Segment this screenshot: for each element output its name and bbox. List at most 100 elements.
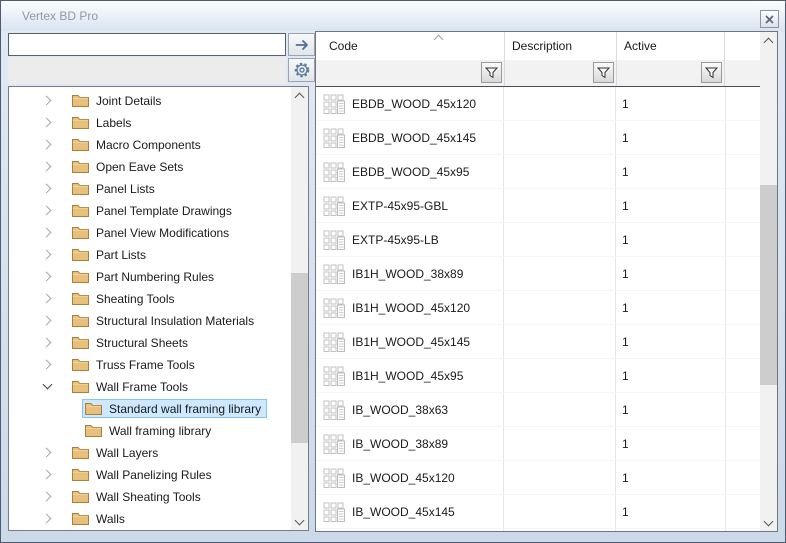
row-code: IB_WOOD_45x120	[352, 471, 455, 485]
tree-item[interactable]: Walls	[9, 507, 290, 529]
table-body: EBDB_WOOD_45x120 1 EBDB_WOOD_45x145 1	[316, 87, 760, 531]
table-row[interactable]: IB1H_WOOD_45x95 1	[316, 359, 760, 393]
tree-scrollbar[interactable]	[291, 87, 308, 530]
tree-item[interactable]: Truss Frame Tools	[9, 353, 290, 375]
table-scroll-up-button[interactable]	[760, 32, 777, 49]
titlebar[interactable]: Vertex BD Pro	[1, 1, 785, 31]
search-input[interactable]	[8, 33, 286, 56]
tree-item[interactable]: Open Eave Sets	[9, 155, 290, 177]
filter-button-code[interactable]	[481, 62, 502, 83]
table-row[interactable]: IB_WOOD_38x89 1	[316, 427, 760, 461]
row-active: 1	[622, 301, 629, 315]
tree-expander-chevron-icon[interactable]	[41, 160, 53, 172]
tree-expander-chevron-icon[interactable]	[41, 116, 53, 128]
folder-icon	[72, 204, 89, 217]
chevron-up-icon	[764, 37, 774, 47]
table-row[interactable]: EBDB_WOOD_45x120 1	[316, 87, 760, 121]
tree-item[interactable]: Wall Sheating Tools	[9, 485, 290, 507]
close-button[interactable]	[760, 10, 779, 28]
table-row[interactable]: IB1H_WOOD_45x120 1	[316, 291, 760, 325]
filter-cell-description[interactable]	[505, 60, 617, 86]
tree-item[interactable]: Wall Panelizing Rules	[9, 463, 290, 485]
folder-icon	[72, 336, 89, 349]
table-row[interactable]: IB_WOOD_45x145 1	[316, 495, 760, 529]
row-active: 1	[622, 437, 629, 451]
tree-expander-chevron-icon[interactable]	[41, 94, 53, 106]
search-go-button[interactable]	[288, 33, 315, 56]
tree-item[interactable]: Panel Template Drawings	[9, 199, 290, 221]
tree-scrollbar-thumb[interactable]	[291, 273, 308, 443]
tree-expander-chevron-icon[interactable]	[41, 490, 53, 502]
tree-item[interactable]: Joint Details	[9, 89, 290, 111]
tree-item-label: Walls	[96, 511, 125, 526]
tree-item[interactable]: Wall framing library	[9, 419, 290, 441]
tree-expander-chevron-icon[interactable]	[41, 512, 53, 524]
tree-item[interactable]: Standard wall framing library	[9, 397, 290, 419]
tree-item[interactable]: Wall Layers	[9, 441, 290, 463]
row-code: EBDB_WOOD_45x120	[352, 97, 476, 111]
tree-item[interactable]: Sheating Tools	[9, 287, 290, 309]
component-library-icon	[323, 128, 345, 148]
row-code: IB1H_WOOD_45x95	[352, 369, 463, 383]
tree-item[interactable]: Wall Frame Tools	[9, 375, 290, 397]
tree-expander-chevron-icon[interactable]	[41, 248, 53, 260]
row-code: IB_WOOD_45x145	[352, 505, 455, 519]
folder-icon	[72, 380, 89, 393]
tree-expander-chevron-icon[interactable]	[41, 182, 53, 194]
column-header-active[interactable]: Active	[617, 32, 725, 60]
tree-scroll-down-button[interactable]	[291, 513, 308, 530]
tree-item-label: Open Eave Sets	[96, 159, 183, 174]
table-row[interactable]: IB_WOOD_38x63 1	[316, 393, 760, 427]
tree-expander-chevron-icon[interactable]	[41, 292, 53, 304]
tree-expander-chevron-icon[interactable]	[41, 226, 53, 238]
column-header-description[interactable]: Description	[505, 32, 617, 60]
row-active: 1	[622, 505, 629, 519]
row-code: EXTP-45x95-GBL	[352, 199, 448, 213]
column-header-code[interactable]: Code	[316, 32, 505, 60]
folder-icon	[72, 358, 89, 371]
tree-expander-chevron-icon[interactable]	[41, 380, 53, 392]
settings-button[interactable]	[288, 58, 315, 82]
tree-item[interactable]: Panel View Modifications	[9, 221, 290, 243]
table-scroll-down-button[interactable]	[760, 514, 777, 531]
table-row[interactable]: EXTP-45x95-LB 1	[316, 223, 760, 257]
tree-expander-chevron-icon[interactable]	[41, 358, 53, 370]
component-library-icon	[323, 332, 345, 352]
table-row[interactable]: EXTP-45x95-GBL 1	[316, 189, 760, 223]
tree-expander-chevron-icon[interactable]	[41, 204, 53, 216]
component-library-icon	[323, 298, 345, 318]
tree-item[interactable]: Part Numbering Rules	[9, 265, 290, 287]
table-row[interactable]: EBDB_WOOD_45x145 1	[316, 121, 760, 155]
tree-expander-chevron-icon[interactable]	[41, 446, 53, 458]
tree-item-label: Macro Components	[96, 137, 201, 152]
table-row[interactable]: IB1H_WOOD_38x89 1	[316, 257, 760, 291]
table-rows: EBDB_WOOD_45x120 1 EBDB_WOOD_45x145 1	[316, 87, 760, 529]
filter-cell-code[interactable]	[316, 60, 505, 86]
tree-expander-chevron-icon[interactable]	[41, 314, 53, 326]
tree-item[interactable]: Panel Lists	[9, 177, 290, 199]
row-code: EXTP-45x95-LB	[352, 233, 439, 247]
table-scrollbar[interactable]	[760, 32, 777, 531]
table-row[interactable]: IB_WOOD_45x120 1	[316, 461, 760, 495]
tree-expander-chevron-icon[interactable]	[41, 138, 53, 150]
filter-cell-active[interactable]	[617, 60, 725, 86]
row-active: 1	[622, 97, 629, 111]
table-row[interactable]: IB1H_WOOD_45x145 1	[316, 325, 760, 359]
tree-item-label: Part Lists	[96, 247, 146, 262]
tree-item-label: Panel View Modifications	[96, 225, 229, 240]
tree-expander-chevron-icon[interactable]	[41, 468, 53, 480]
tree-expander-chevron-icon[interactable]	[41, 270, 53, 282]
tree-item[interactable]: Macro Components	[9, 133, 290, 155]
filter-button-description[interactable]	[593, 62, 614, 83]
table-scrollbar-thumb[interactable]	[760, 185, 777, 385]
tree-scroll-up-button[interactable]	[291, 87, 308, 104]
tree-item[interactable]: Part Lists	[9, 243, 290, 265]
tree-expander-chevron-icon[interactable]	[41, 336, 53, 348]
tree-item[interactable]: Structural Sheets	[9, 331, 290, 353]
tree-item-label: Wall Sheating Tools	[96, 489, 201, 504]
filter-button-active[interactable]	[701, 62, 722, 83]
table-row[interactable]: EBDB_WOOD_45x95 1	[316, 155, 760, 189]
row-code: EBDB_WOOD_45x95	[352, 165, 469, 179]
tree-item[interactable]: Structural Insulation Materials	[9, 309, 290, 331]
tree-item[interactable]: Labels	[9, 111, 290, 133]
